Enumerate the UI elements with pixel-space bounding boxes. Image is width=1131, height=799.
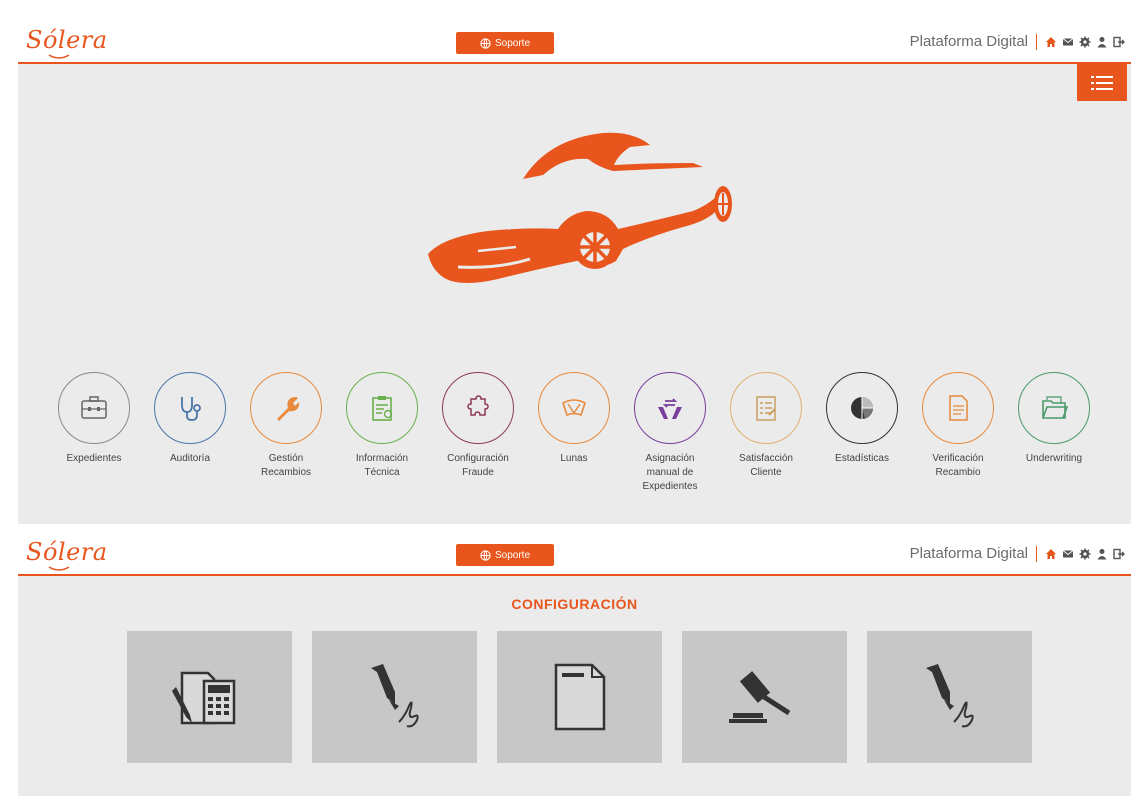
windshield-icon	[562, 399, 586, 417]
module-estadisticas[interactable]: Estadísticas	[812, 372, 912, 466]
module-ring	[922, 372, 994, 444]
module-asignacion-manual[interactable]: Asignación manual de Expedientes	[620, 372, 720, 494]
module-label: Gestión Recambios	[260, 453, 312, 478]
solera-logo[interactable]: Sólera	[26, 26, 108, 54]
config-tile-calculator[interactable]	[127, 631, 292, 763]
module-ring	[154, 372, 226, 444]
module-ring	[826, 372, 898, 444]
module-auditoria[interactable]: Auditoría	[140, 372, 240, 466]
pen-signature-icon	[925, 664, 974, 728]
module-label: Verificación Recambio	[932, 453, 984, 478]
module-ring	[250, 372, 322, 444]
blank-document-icon	[554, 663, 605, 731]
config-tile-signature[interactable]	[312, 631, 477, 763]
module-configuracion-fraude[interactable]: Configuración Fraude	[428, 372, 528, 480]
section-title: CONFIGURACIÓN	[511, 596, 638, 612]
top-bar: Sólera Soporte Plataforma Digital	[18, 24, 1131, 64]
platform-label: Plataforma Digital	[909, 33, 1028, 50]
folder-icon	[1042, 396, 1069, 419]
module-satisfaccion-cliente[interactable]: Satisfacción Cliente	[716, 372, 816, 480]
module-ring	[58, 372, 130, 444]
logout-icon[interactable]	[1113, 548, 1125, 560]
platform-label: Plataforma Digital	[909, 545, 1028, 562]
hands-transfer-icon	[658, 398, 682, 419]
calculator-document-icon	[171, 671, 235, 725]
home-icon[interactable]	[1045, 36, 1057, 48]
support-button[interactable]: Soporte	[456, 32, 554, 54]
list-menu-icon	[1091, 75, 1113, 90]
user-icon[interactable]	[1096, 36, 1108, 48]
gavel-icon	[728, 671, 790, 723]
support-label: Soporte	[494, 549, 531, 561]
top-right-nav: Plataforma Digital	[910, 33, 1125, 50]
menu-toggle-button[interactable]	[1077, 64, 1127, 101]
stethoscope-icon	[181, 397, 201, 421]
module-label: Auditoría	[169, 453, 211, 464]
pen-signature-icon	[370, 664, 419, 728]
module-label: Lunas	[560, 453, 588, 464]
module-gestion-recambios[interactable]: Gestión Recambios	[236, 372, 336, 480]
gear-icon[interactable]	[1079, 548, 1091, 560]
logo-swoosh-icon	[48, 54, 70, 59]
support-label: Soporte	[494, 37, 531, 49]
config-tile-document[interactable]	[497, 631, 662, 763]
module-label: Underwriting	[1025, 453, 1083, 464]
module-label: Estadísticas	[835, 453, 889, 464]
survey-icon	[756, 396, 776, 421]
gear-icon[interactable]	[1079, 36, 1091, 48]
solera-logo[interactable]: Sólera	[26, 538, 108, 566]
pie-chart-icon	[851, 397, 873, 419]
home-panel: Sólera Soporte Plataforma Digital Expedi…	[18, 24, 1131, 524]
separator	[1036, 33, 1037, 50]
module-label: Expedientes	[66, 453, 122, 464]
module-ring	[1018, 372, 1090, 444]
globe-icon	[480, 549, 491, 561]
puzzle-icon	[467, 395, 489, 416]
wrench-icon	[277, 397, 300, 421]
top-bar: Sólera Soporte Plataforma Digital	[18, 536, 1131, 576]
mail-icon[interactable]	[1062, 548, 1074, 560]
document-icon	[949, 395, 968, 421]
clipboard-car-icon	[372, 396, 393, 421]
logout-icon[interactable]	[1113, 36, 1125, 48]
module-label: Asignación manual de Expedientes	[642, 453, 698, 492]
module-informacion-tecnica[interactable]: Información Técnica	[332, 372, 432, 480]
config-tile-gavel[interactable]	[682, 631, 847, 763]
support-button[interactable]: Soporte	[456, 544, 554, 566]
briefcase-icon	[81, 396, 107, 419]
mail-icon[interactable]	[1062, 36, 1074, 48]
module-verificacion-recambio[interactable]: Verificación Recambio	[908, 372, 1008, 480]
module-ring	[346, 372, 418, 444]
configuration-panel: Sólera Soporte Plataforma Digital CONFIG…	[18, 536, 1131, 796]
car-illustration	[428, 132, 732, 283]
globe-icon	[480, 37, 491, 49]
user-icon[interactable]	[1096, 548, 1108, 560]
module-underwriting[interactable]: Underwriting	[1004, 372, 1104, 466]
module-expedientes[interactable]: Expedientes	[44, 372, 144, 466]
module-ring	[538, 372, 610, 444]
module-ring	[442, 372, 514, 444]
module-ring	[730, 372, 802, 444]
module-label: Información Técnica	[355, 453, 409, 478]
module-label: Satisfacción Cliente	[739, 453, 793, 478]
logo-swoosh-icon	[48, 566, 70, 571]
module-label: Configuración Fraude	[447, 453, 509, 478]
home-icon[interactable]	[1045, 548, 1057, 560]
module-ring	[634, 372, 706, 444]
module-grid: Expedientes Auditoría Gestión Recambios …	[44, 372, 1124, 522]
top-right-nav: Plataforma Digital	[910, 545, 1125, 562]
separator	[1036, 545, 1037, 562]
config-tile-signature-2[interactable]	[867, 631, 1032, 763]
module-lunas[interactable]: Lunas	[524, 372, 624, 466]
